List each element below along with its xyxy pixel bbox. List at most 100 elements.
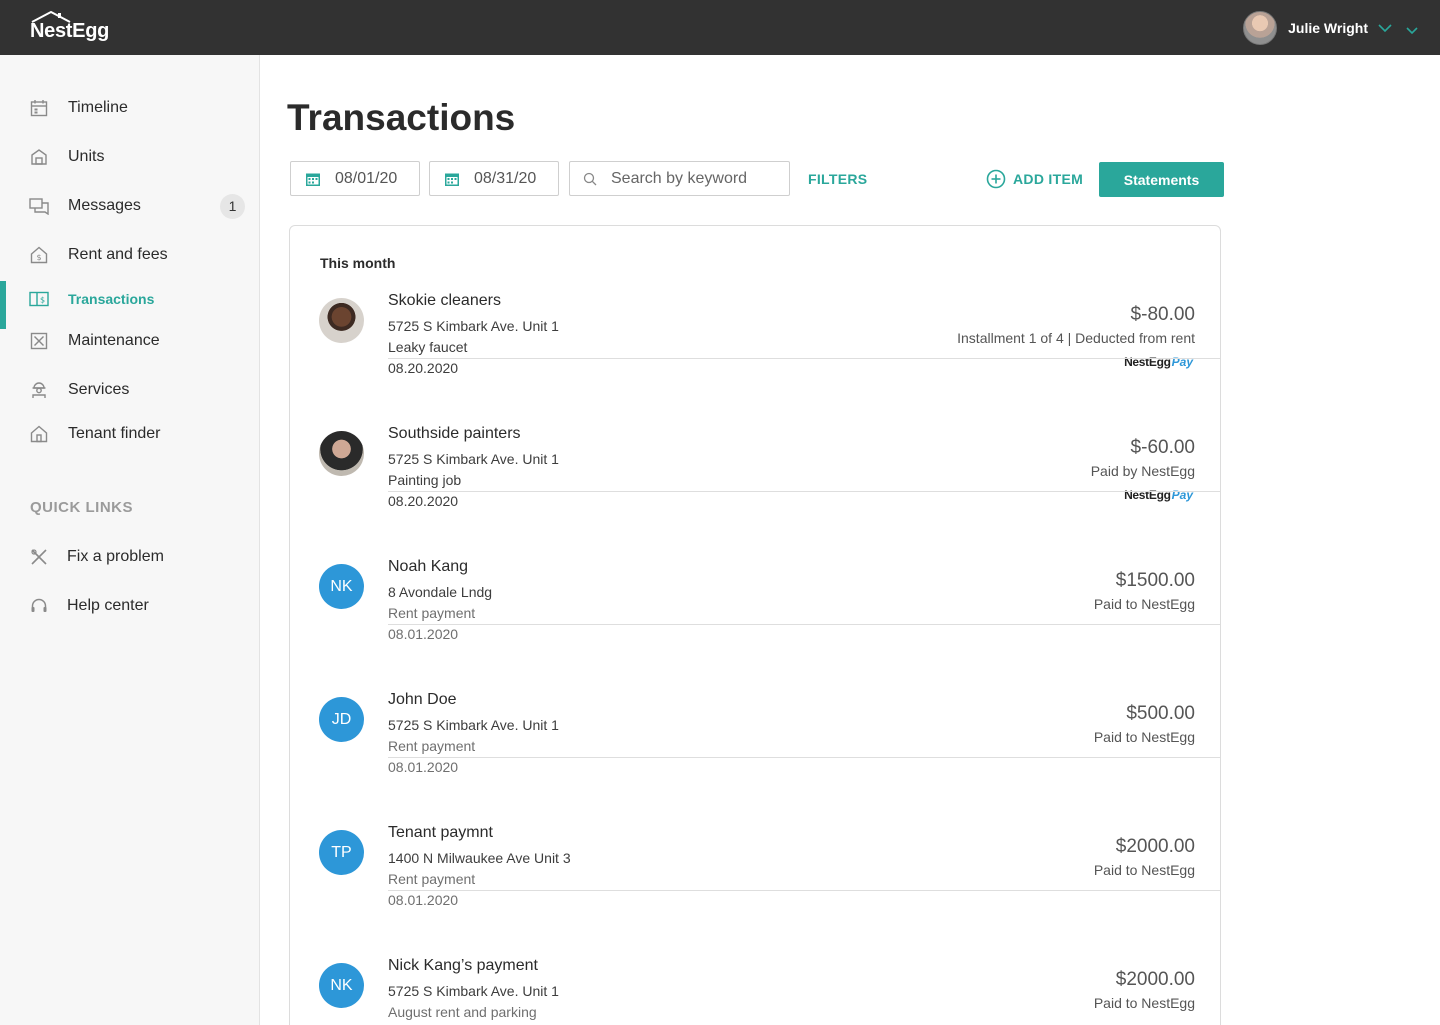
transaction-row[interactable]: TP Tenant paymnt 1400 N Milwaukee Ave Un…: [290, 758, 1220, 908]
date-to-value: 08/31/20: [474, 169, 537, 187]
add-item-button[interactable]: ADD ITEM: [986, 169, 1083, 189]
quick-link-help-center[interactable]: Help center: [0, 586, 259, 626]
sidebar-item-transactions[interactable]: $ Transactions: [0, 279, 259, 329]
sidebar-item-services[interactable]: Services: [0, 370, 259, 410]
transaction-row[interactable]: Skokie cleaners 5725 S Kimbark Ave. Unit…: [290, 226, 1220, 376]
transactions-card: This month Skokie cleaners 5725 S Kimbar…: [289, 225, 1221, 1025]
transaction-description: Rent payment: [388, 871, 476, 887]
add-item-label: ADD ITEM: [1013, 171, 1084, 187]
transaction-name: Tenant paymnt: [388, 824, 493, 841]
initials-avatar: TP: [319, 830, 364, 875]
nestegg-logo[interactable]: NestEgg: [30, 10, 109, 42]
transaction-note: Paid to NestEgg: [1093, 862, 1195, 878]
transaction-amount: $1500.00: [1115, 570, 1195, 591]
transaction-address: 5725 S Kimbark Ave. Unit 1: [388, 318, 559, 334]
sidebar-item-label: Units: [68, 148, 105, 165]
transaction-amount: $500.00: [1126, 703, 1195, 724]
sidebar-item-label: Tenant finder: [68, 425, 161, 442]
top-bar: NestEgg Julie Wright: [0, 0, 1440, 55]
transaction-description: Rent payment: [388, 738, 476, 754]
date-from-value: 08/01/20: [335, 169, 398, 187]
tools-box-icon: [29, 331, 49, 351]
transaction-row[interactable]: JD John Doe 5725 S Kimbark Ave. Unit 1 R…: [290, 625, 1220, 775]
search-input[interactable]: [611, 169, 781, 188]
calendar-icon: [444, 171, 460, 187]
transaction-note: Paid by NestEgg: [1090, 463, 1195, 479]
transaction-name: John Doe: [388, 691, 457, 708]
transaction-row[interactable]: NK Noah Kang 8 Avondale Lndg Rent paymen…: [290, 492, 1220, 642]
chevron-down-icon[interactable]: [1378, 23, 1392, 33]
quick-link-fix-a-problem[interactable]: Fix a problem: [0, 537, 259, 577]
sidebar-item-maintenance[interactable]: Maintenance: [0, 321, 259, 361]
chat-icon: [29, 196, 49, 216]
transaction-address: 8 Avondale Lndg: [388, 584, 493, 600]
svg-text:$: $: [36, 253, 41, 262]
sidebar-item-label: Timeline: [68, 99, 128, 116]
date-to-field[interactable]: 08/31/20: [429, 161, 559, 196]
user-avatar[interactable]: [1243, 11, 1278, 45]
sidebar-item-timeline[interactable]: Timeline: [0, 88, 259, 128]
transaction-amount: $-80.00: [1130, 304, 1195, 325]
calendar-icon: [305, 171, 321, 187]
transaction-note: Paid to NestEgg: [1093, 729, 1195, 745]
transaction-name: Noah Kang: [388, 558, 469, 575]
transaction-row[interactable]: Southside painters 5725 S Kimbark Ave. U…: [290, 359, 1220, 509]
transaction-description: August rent and parking: [388, 1004, 537, 1020]
transaction-description: Rent payment: [388, 605, 476, 621]
transaction-amount: $2000.00: [1115, 969, 1195, 990]
transaction-address: 5725 S Kimbark Ave. Unit 1: [388, 451, 559, 467]
transaction-description: Painting job: [388, 472, 462, 488]
transaction-description: Leaky faucet: [388, 339, 468, 355]
sidebar-item-messages[interactable]: Messages 1: [0, 186, 259, 226]
transaction-amount: $2000.00: [1115, 836, 1195, 857]
sidebar-item-rent-and-fees[interactable]: $ Rent and fees: [0, 235, 259, 275]
receipt-icon: $: [29, 289, 49, 309]
store-icon: [29, 147, 49, 167]
transaction-row[interactable]: NK Nick Kang’s payment 5725 S Kimbark Av…: [290, 891, 1220, 1024]
filters-button[interactable]: FILTERS: [808, 171, 867, 187]
house-search-icon: [29, 424, 49, 444]
house-dollar-icon: $: [29, 245, 49, 265]
transaction-address: 5725 S Kimbark Ave. Unit 1: [388, 717, 559, 733]
sidebar-item-tenant-finder[interactable]: Tenant finder: [0, 414, 259, 454]
wrench-icon: [29, 547, 49, 567]
sidebar-item-label: Transactions: [68, 291, 155, 307]
headset-icon: [29, 596, 49, 616]
sidebar-item-label: Services: [68, 381, 130, 398]
search-icon: [583, 172, 597, 186]
transaction-note: Paid to NestEgg: [1093, 995, 1195, 1011]
search-field[interactable]: [569, 161, 790, 196]
quick-link-label: Fix a problem: [67, 548, 164, 565]
transaction-address: 5725 S Kimbark Ave. Unit 1: [388, 983, 559, 999]
logo-text: NestEgg: [30, 20, 110, 42]
quick-link-label: Help center: [67, 597, 149, 614]
plus-circle-icon: [986, 169, 1006, 189]
sidebar-item-label: Messages: [68, 197, 141, 214]
transaction-name: Skokie cleaners: [388, 292, 501, 309]
initials-avatar: NK: [319, 963, 364, 1008]
statements-button[interactable]: Statements: [1099, 162, 1224, 197]
svg-text:$: $: [40, 296, 45, 305]
transaction-address: 1400 N Milwaukee Ave Unit 3: [388, 850, 571, 866]
vendor-avatar: [319, 298, 364, 343]
unread-count-badge: 1: [220, 193, 245, 219]
initials-avatar: JD: [319, 697, 364, 742]
date-from-field[interactable]: 08/01/20: [290, 161, 420, 196]
vendor-avatar: [319, 431, 364, 476]
transaction-amount: $-60.00: [1130, 437, 1195, 458]
sidebar-item-units[interactable]: Units: [0, 137, 259, 177]
transaction-note: Installment 1 of 4 | Deducted from rent: [957, 330, 1195, 346]
user-menu[interactable]: Julie Wright: [1243, 10, 1418, 46]
worker-icon: [29, 380, 49, 400]
quick-links-title: QUICK LINKS: [30, 499, 133, 516]
page-title: Transactions: [287, 97, 516, 138]
transaction-name: Nick Kang’s payment: [388, 957, 538, 974]
chevron-down-icon[interactable]: [1406, 27, 1418, 35]
initials-avatar: NK: [319, 564, 364, 609]
sidebar: Timeline Units Messages 1 $ Rent and fee…: [0, 55, 260, 1025]
sidebar-item-label: Maintenance: [68, 332, 160, 349]
user-name[interactable]: Julie Wright: [1288, 20, 1368, 36]
calendar-icon: [29, 98, 49, 118]
transaction-note: Paid to NestEgg: [1093, 596, 1195, 612]
sidebar-item-label: Rent and fees: [68, 246, 168, 263]
